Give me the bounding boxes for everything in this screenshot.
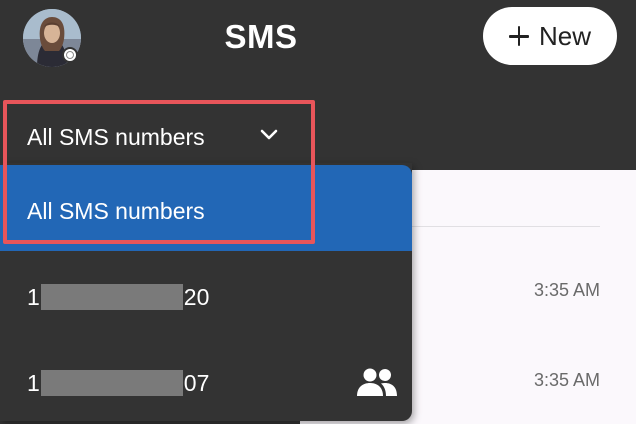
dropdown-option-sms-number[interactable]: 1 20	[0, 251, 412, 337]
new-button-label: New	[538, 20, 591, 51]
page-title: SMS	[224, 18, 298, 55]
sms-number-dropdown-menu: All SMS numbers 1 20 1 07	[0, 163, 412, 421]
divider	[412, 226, 600, 227]
dropdown-option-label: All SMS numbers	[27, 198, 205, 224]
conversation-time: 3:35 AM	[533, 280, 600, 300]
filter-selected-label: All SMS numbers	[27, 124, 205, 150]
sms-number-filter-dropdown[interactable]: All SMS numbers	[10, 104, 305, 162]
redacted-block	[40, 370, 183, 396]
group-icon	[356, 367, 398, 397]
number-suffix: 20	[183, 284, 210, 310]
presence-status-icon	[62, 47, 78, 63]
conversation-time: 3:35 AM	[533, 370, 600, 390]
new-message-button[interactable]: New	[483, 7, 617, 65]
redacted-block	[40, 284, 183, 310]
dropdown-option-sms-number[interactable]: 1 07	[0, 337, 412, 421]
sms-number-label: 1 07	[27, 370, 209, 397]
chevron-down-icon	[260, 129, 278, 145]
dropdown-option-all-sms-numbers[interactable]: All SMS numbers	[0, 165, 412, 251]
sms-app: SMS New 3:35 AM 3:35 AM All SMS numbers …	[0, 0, 636, 424]
number-suffix: 07	[183, 370, 210, 396]
sms-number-label: 1 20	[27, 284, 209, 311]
plus-icon	[508, 26, 529, 46]
number-prefix: 1	[27, 284, 40, 310]
number-prefix: 1	[27, 370, 40, 396]
